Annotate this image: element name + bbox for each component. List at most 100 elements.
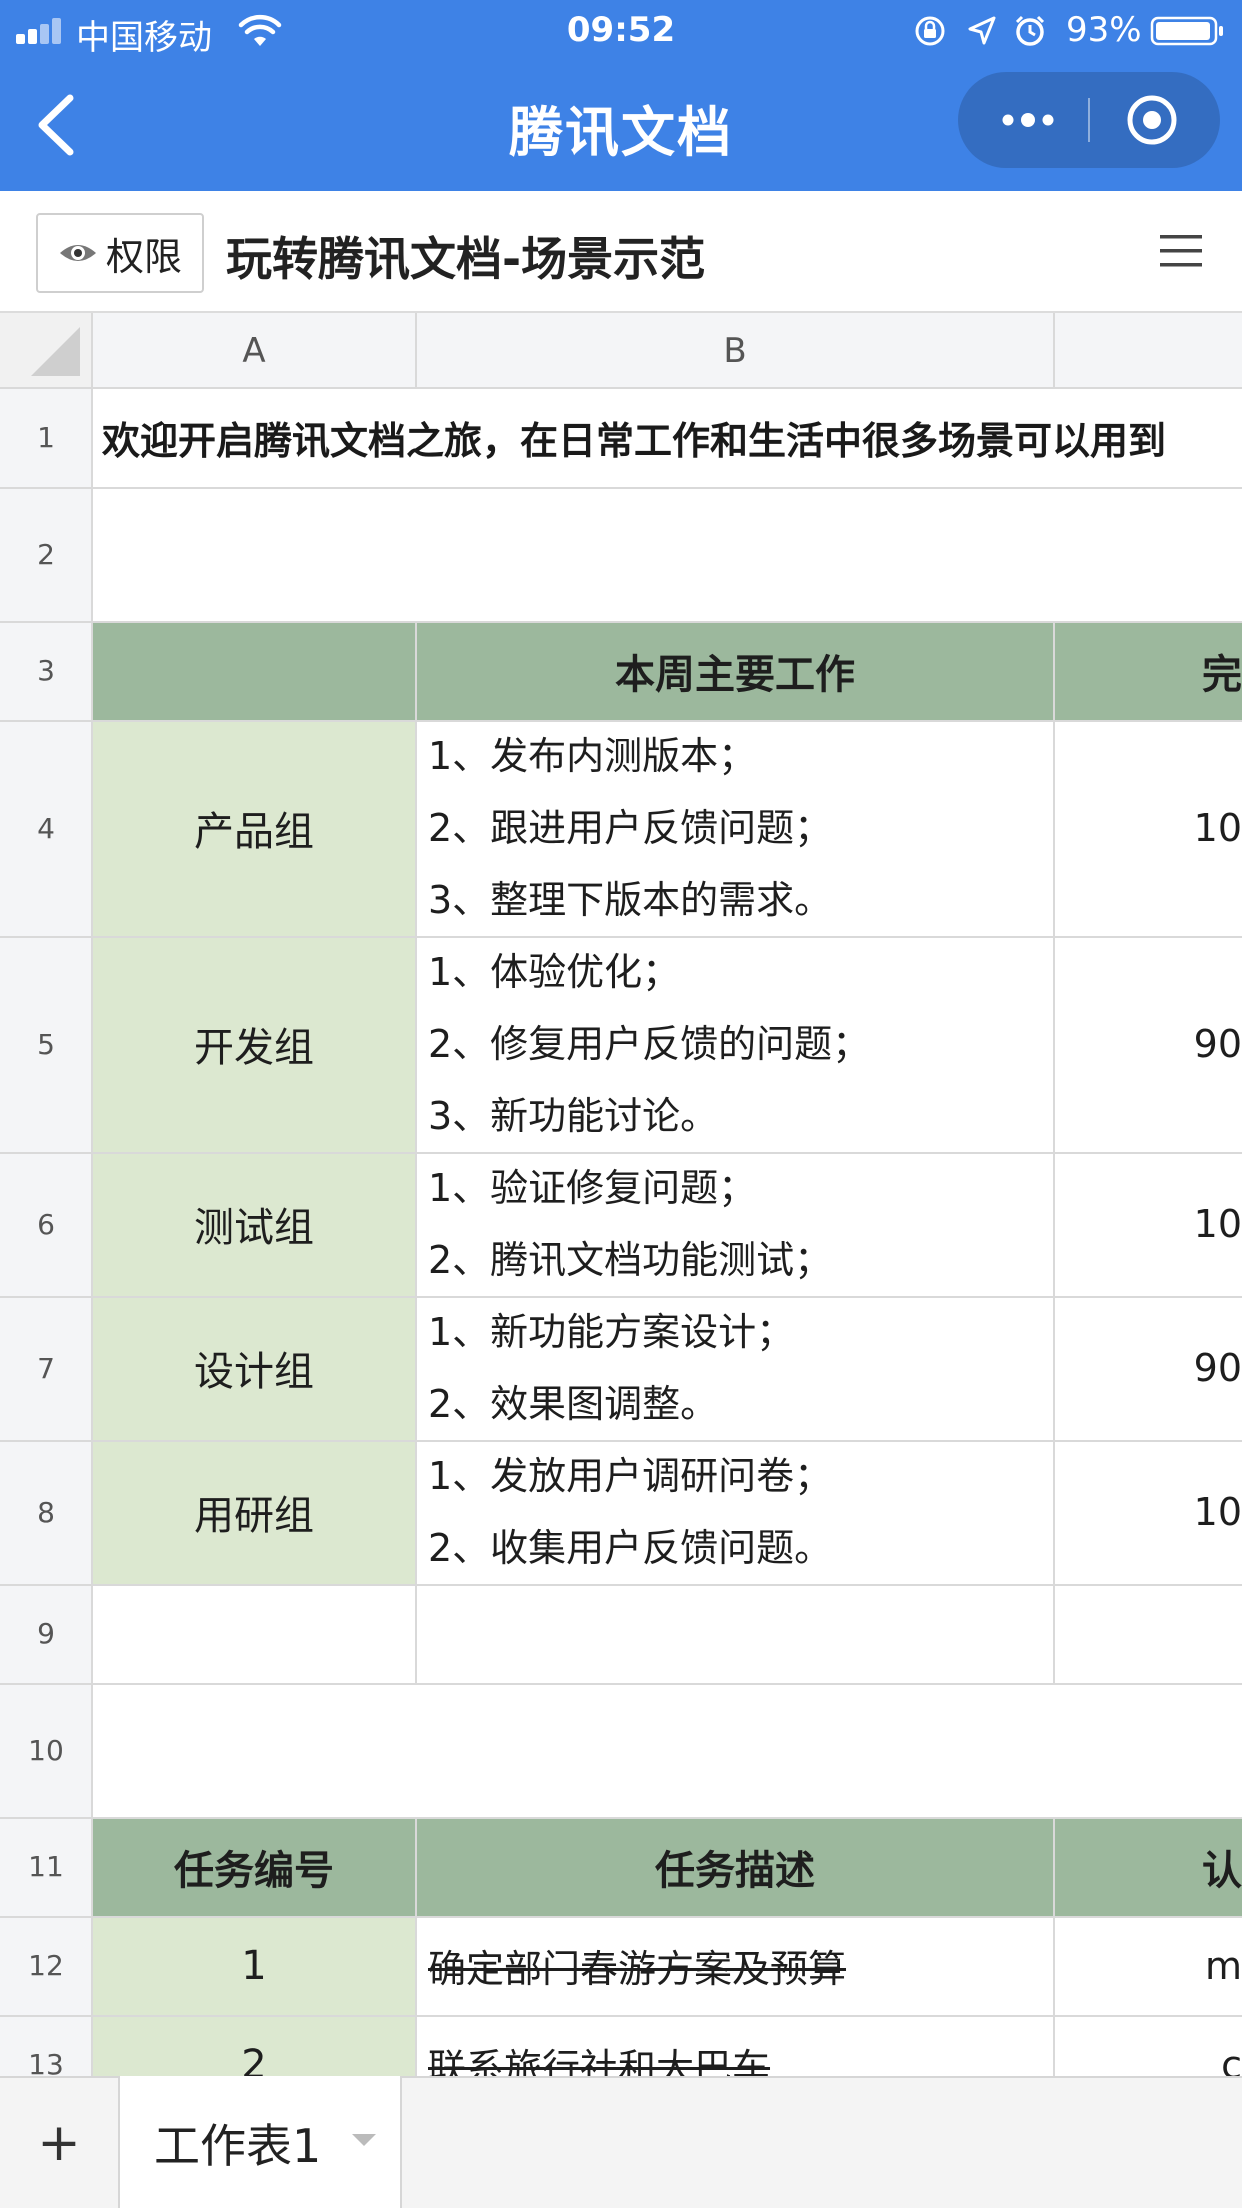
welcome-cell[interactable]: 欢迎开启腾讯文档之旅，在日常工作和生活中很多场景可以用到 bbox=[92, 388, 1242, 487]
row-header-10[interactable]: 10 bbox=[0, 1683, 92, 1817]
status-time: 09:52 bbox=[566, 10, 676, 50]
grid-line bbox=[0, 936, 1242, 938]
hamburger-menu-icon[interactable] bbox=[1160, 231, 1202, 271]
row-header-8[interactable]: 8 bbox=[0, 1440, 92, 1584]
grid-line bbox=[91, 313, 93, 2076]
top-bar: 中国移动 09:52 93% 腾讯文档 bbox=[0, 0, 1242, 191]
tasks-cell[interactable]: 1、新功能方案设计； 2、效果图调整。 bbox=[416, 1296, 1054, 1440]
grid-line bbox=[415, 1817, 417, 2076]
task-line: 1、新功能方案设计； bbox=[428, 1310, 795, 1354]
column-header-a[interactable]: A bbox=[92, 313, 416, 388]
grid-line bbox=[0, 720, 1242, 722]
completion-cell[interactable]: 90 bbox=[1054, 936, 1242, 1152]
row-header-1[interactable]: 1 bbox=[0, 388, 92, 487]
location-icon bbox=[968, 16, 996, 45]
select-all-corner[interactable] bbox=[0, 313, 92, 388]
more-icon[interactable] bbox=[998, 100, 1058, 140]
task-c-cell[interactable]: m bbox=[1054, 1916, 1242, 2015]
task-line: 3、新功能讨论。 bbox=[428, 1094, 719, 1138]
row-header-7[interactable]: 7 bbox=[0, 1296, 92, 1440]
weekly-header-c[interactable]: 完 bbox=[1054, 621, 1242, 720]
sheet-tab-bar: + 工作表1 bbox=[0, 2076, 1242, 2208]
grid-line bbox=[0, 387, 1242, 389]
spreadsheet-grid[interactable]: A B 1 2 3 4 5 6 7 8 9 10 11 12 13 欢迎开启腾讯… bbox=[0, 313, 1242, 2076]
group-cell[interactable]: 测试组 bbox=[92, 1152, 416, 1296]
grid-line bbox=[0, 1916, 1242, 1918]
task-line: 1、发放用户调研问卷； bbox=[428, 1454, 833, 1498]
mini-program-capsule bbox=[958, 72, 1220, 168]
grid-line bbox=[1053, 313, 1055, 388]
task-line: 2、跟进用户反馈问题； bbox=[428, 806, 833, 850]
task-line: 1、体验优化； bbox=[428, 950, 681, 994]
grid-line bbox=[0, 1296, 1242, 1298]
grid-line bbox=[0, 1584, 1242, 1586]
task-header-id[interactable]: 任务编号 bbox=[92, 1817, 416, 1916]
tasks-cell[interactable]: 1、验证修复问题； 2、腾讯文档功能测试； bbox=[416, 1152, 1054, 1296]
row-header-5[interactable]: 5 bbox=[0, 936, 92, 1152]
tasks-cell[interactable]: 1、体验优化； 2、修复用户反馈的问题； 3、新功能讨论。 bbox=[416, 936, 1054, 1152]
battery-icon bbox=[1150, 16, 1223, 46]
document-header: 权限 玩转腾讯文档-场景示范 bbox=[0, 191, 1242, 313]
tasks-cell[interactable]: 1、发放用户调研问卷； 2、收集用户反馈问题。 bbox=[416, 1440, 1054, 1584]
row-header-12[interactable]: 12 bbox=[0, 1916, 92, 2015]
group-cell[interactable]: 开发组 bbox=[92, 936, 416, 1152]
sheet-tab-label: 工作表1 bbox=[154, 2119, 322, 2173]
permission-label: 权限 bbox=[105, 236, 182, 279]
group-cell[interactable]: 产品组 bbox=[92, 720, 416, 936]
task-line: 1、验证修复问题； bbox=[428, 1166, 757, 1210]
task-header-desc[interactable]: 任务描述 bbox=[416, 1817, 1054, 1916]
grid-line bbox=[1053, 1817, 1055, 2076]
task-line: 3、整理下版本的需求。 bbox=[428, 878, 833, 922]
weekly-header-a[interactable] bbox=[92, 621, 416, 720]
status-bar: 中国移动 09:52 93% bbox=[0, 0, 1242, 62]
orientation-lock-icon bbox=[915, 16, 945, 46]
grid-line bbox=[415, 313, 417, 388]
task-line: 2、收集用户反馈问题。 bbox=[428, 1526, 833, 1570]
permission-button[interactable]: 权限 bbox=[36, 213, 204, 293]
weekly-header-work[interactable]: 本周主要工作 bbox=[416, 621, 1054, 720]
task-header-c[interactable]: 认 bbox=[1054, 1817, 1242, 1916]
sheet-tab-active[interactable]: 工作表1 bbox=[118, 2076, 402, 2208]
alarm-icon bbox=[1015, 15, 1045, 46]
column-header-c[interactable] bbox=[1054, 313, 1242, 388]
grid-line bbox=[0, 1440, 1242, 1442]
grid-line bbox=[0, 487, 1242, 489]
grid-line bbox=[0, 1683, 1242, 1685]
row-header-6[interactable]: 6 bbox=[0, 1152, 92, 1296]
completion-cell[interactable]: 90 bbox=[1054, 1296, 1242, 1440]
completion-cell[interactable]: 10 bbox=[1054, 720, 1242, 936]
document-title: 玩转腾讯文档-场景示范 bbox=[226, 232, 706, 286]
row-header-13[interactable]: 13 bbox=[0, 2015, 92, 2076]
chevron-down-icon[interactable] bbox=[352, 2134, 376, 2146]
column-header-b[interactable]: B bbox=[416, 313, 1054, 388]
capsule-divider bbox=[1088, 98, 1090, 142]
row-header-11[interactable]: 11 bbox=[0, 1817, 92, 1916]
row-header-9[interactable]: 9 bbox=[0, 1584, 92, 1683]
grid-line bbox=[1053, 621, 1055, 1683]
task-desc-cell[interactable]: 确定部门春游方案及预算 bbox=[416, 1916, 1054, 2015]
task-c-cell[interactable]: c bbox=[1054, 2015, 1242, 2077]
tasks-cell[interactable]: 1、发布内测版本； 2、跟进用户反馈问题； 3、整理下版本的需求。 bbox=[416, 720, 1054, 936]
close-target-icon[interactable] bbox=[1126, 94, 1178, 146]
task-id-cell[interactable]: 1 bbox=[92, 1916, 416, 2015]
completion-cell[interactable]: 10 bbox=[1054, 1440, 1242, 1584]
grid-line bbox=[0, 2015, 1242, 2017]
task-line: 2、腾讯文档功能测试； bbox=[428, 1238, 833, 1282]
row-header-4[interactable]: 4 bbox=[0, 720, 92, 936]
group-cell[interactable]: 设计组 bbox=[92, 1296, 416, 1440]
task-line: 2、效果图调整。 bbox=[428, 1382, 719, 1426]
task-line: 2、修复用户反馈的问题； bbox=[428, 1022, 871, 1066]
grid-line bbox=[415, 621, 417, 1683]
eye-icon bbox=[59, 245, 96, 261]
grid-line bbox=[0, 621, 1242, 623]
add-sheet-button[interactable]: + bbox=[0, 2078, 118, 2208]
grid-line bbox=[0, 1152, 1242, 1154]
task-id-cell[interactable]: 2 bbox=[92, 2015, 416, 2076]
task-desc-cell[interactable]: 联系旅行社和大巴车 bbox=[416, 2015, 1054, 2076]
completion-cell[interactable]: 10 bbox=[1054, 1152, 1242, 1296]
row-header-2[interactable]: 2 bbox=[0, 487, 92, 621]
group-cell[interactable]: 用研组 bbox=[92, 1440, 416, 1584]
task-line: 1、发布内测版本； bbox=[428, 734, 757, 778]
row-header-3[interactable]: 3 bbox=[0, 621, 92, 720]
grid-line bbox=[0, 1817, 1242, 1819]
